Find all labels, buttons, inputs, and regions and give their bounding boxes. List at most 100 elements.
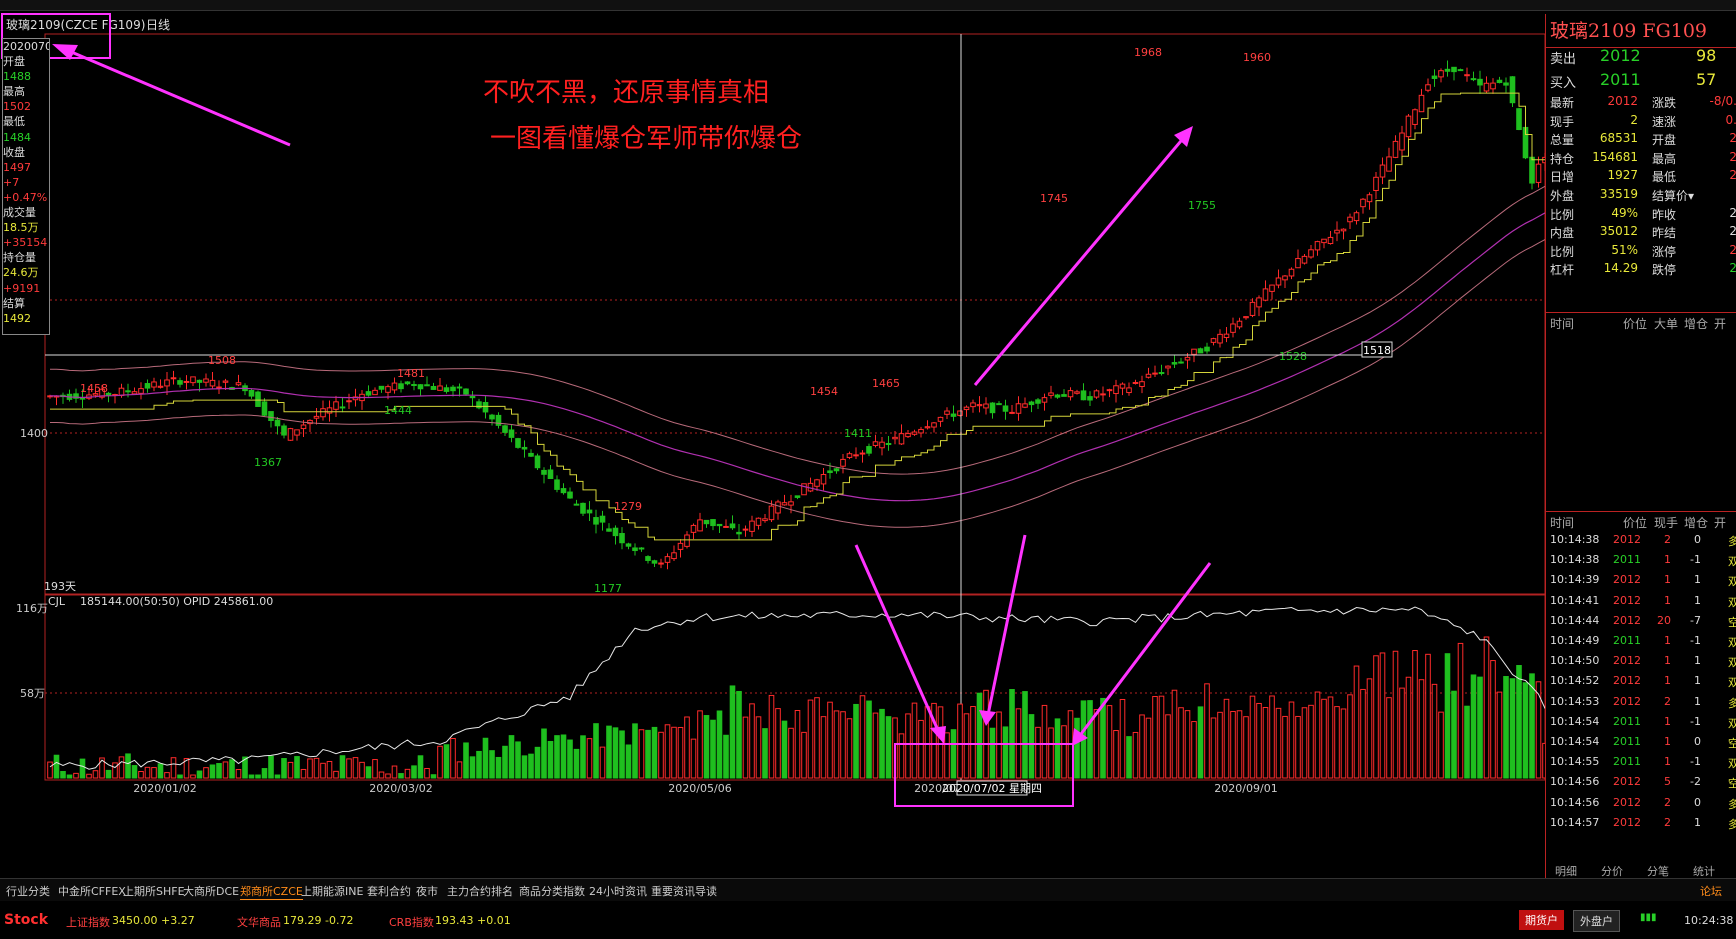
market-tab[interactable]: 24小时资讯	[589, 883, 647, 899]
volume-bar	[846, 718, 853, 779]
volume-bar	[703, 715, 710, 779]
trade-row[interactable]: 10:14:57 2012 2 1 多	[1546, 814, 1736, 834]
candle-body	[508, 429, 515, 438]
trade-row[interactable]: 10:14:44 2012 20 -7 空	[1546, 612, 1736, 632]
volume-bar	[658, 731, 664, 779]
volume-bar	[352, 757, 359, 779]
trade-cell: 多	[1728, 696, 1736, 710]
candle-body	[716, 523, 723, 527]
volume-bar	[1490, 660, 1496, 779]
volume-bar	[1191, 721, 1197, 779]
candle-body	[1269, 284, 1275, 292]
index-name[interactable]: CRB指数	[389, 914, 434, 930]
candle-body	[671, 552, 677, 560]
trade-row[interactable]: 10:14:56 2012 5 -2 空	[1546, 773, 1736, 793]
candle-body	[1444, 68, 1451, 72]
futures-account-button[interactable]: 期货户	[1519, 910, 1564, 930]
trade-cell: 10:14:38	[1550, 533, 1600, 546]
volume-bar	[1483, 636, 1490, 779]
volume-bar	[1035, 726, 1041, 779]
trade-row[interactable]: 10:14:49 2011 1 -1 双	[1546, 632, 1736, 652]
candle-body	[781, 502, 788, 506]
info-item: 20200702	[3, 40, 49, 53]
peak-label: 1454	[810, 385, 838, 398]
market-tab[interactable]: 行业分类	[6, 883, 50, 899]
volume-bar	[1113, 730, 1119, 779]
detail-tab[interactable]: 明细	[1555, 863, 1577, 879]
candle-body	[1178, 361, 1184, 364]
candle-body	[905, 433, 911, 438]
candle-body	[638, 547, 645, 550]
volume-bar	[430, 774, 437, 779]
trade-row[interactable]: 10:14:50 2012 1 1 双	[1546, 652, 1736, 672]
candle-body	[1256, 297, 1262, 308]
index-name[interactable]: 文华商品	[237, 914, 281, 930]
volume-bar	[489, 750, 495, 779]
stat-label: 涨跌	[1652, 96, 1677, 110]
detail-tab[interactable]: 统计	[1693, 863, 1715, 879]
volume-bar	[320, 762, 326, 779]
market-tab[interactable]: 大商所DCE	[183, 883, 239, 899]
volume-bar	[1197, 706, 1204, 779]
volume-bar	[1230, 710, 1236, 779]
trade-row[interactable]: 10:14:41 2012 1 1 双	[1546, 592, 1736, 612]
detail-tab[interactable]: 分笔	[1647, 863, 1669, 879]
trade-cell: -1	[1690, 755, 1701, 769]
candle-body	[1301, 255, 1308, 264]
volume-bar	[372, 759, 378, 779]
trade-row[interactable]: 10:14:38 2011 1 -1 双	[1546, 551, 1736, 571]
volume-bar	[476, 750, 482, 779]
trade-row[interactable]: 10:14:56 2012 2 0 多	[1546, 794, 1736, 814]
volume-bar	[937, 706, 944, 779]
volume-bar	[1087, 700, 1093, 779]
candle-body	[664, 556, 671, 563]
candle-body	[1204, 346, 1210, 352]
candle-body	[1067, 390, 1074, 398]
volume-bar	[1074, 717, 1080, 779]
trade-row[interactable]: 10:14:54 2011 1 0 空	[1546, 733, 1736, 753]
detail-tab[interactable]: 分价	[1601, 863, 1623, 879]
trade-cell: 双	[1728, 656, 1736, 670]
volume-bar	[112, 762, 118, 779]
market-tab[interactable]: 主力合约排名	[447, 883, 513, 899]
candle-body	[996, 403, 1002, 406]
candle-body	[573, 503, 580, 506]
market-tab[interactable]: 商品分类指数	[519, 883, 585, 899]
trade-cell: 1	[1664, 674, 1671, 688]
candle-body	[1262, 288, 1269, 301]
info-item: 最高	[3, 85, 25, 99]
trade-row[interactable]: 10:14:54 2011 1 -1 双	[1546, 713, 1736, 733]
market-tab[interactable]: 重要资讯导读	[651, 883, 717, 899]
market-tab[interactable]: 郑商所CZCE	[240, 883, 303, 900]
market-tab[interactable]: 套利合约	[367, 883, 411, 899]
volume-bar	[1048, 727, 1054, 779]
volume-bar	[1522, 682, 1529, 779]
trade-row[interactable]: 10:14:38 2012 2 0 多	[1546, 531, 1736, 551]
candle-body	[651, 560, 658, 564]
market-tab[interactable]: 上期所SHFE	[123, 883, 185, 899]
trade-row[interactable]: 10:14:39 2012 1 1 双	[1546, 571, 1736, 591]
foreign-account-button[interactable]: 外盘户	[1573, 910, 1620, 932]
candle-body	[125, 390, 131, 393]
status-bar: Stock 上证指数 3450.00 +3.27 文华商品 179.29 -0.72 CR…	[0, 903, 1736, 939]
trade-row[interactable]: 10:14:52 2012 1 1 双	[1546, 672, 1736, 692]
volume-bar	[144, 766, 151, 779]
volume-bar	[664, 724, 671, 779]
volume-bar	[391, 765, 398, 779]
volume-bar	[749, 703, 755, 779]
candle-body	[1230, 323, 1236, 333]
index-name[interactable]: 上证指数	[66, 914, 110, 930]
candle-body	[138, 388, 144, 394]
market-tab[interactable]: 夜市	[416, 883, 438, 899]
trade-cell: 2	[1664, 795, 1671, 809]
trade-row[interactable]: 10:14:55 2011 1 -1 双	[1546, 753, 1736, 773]
stat-value: 2	[1729, 261, 1736, 276]
market-tab[interactable]: 中金所CFFEX	[58, 883, 126, 899]
trade-cell: 双	[1728, 575, 1736, 589]
market-tab[interactable]: 上期能源INE	[301, 883, 363, 899]
forum-link[interactable]: 论坛	[1700, 883, 1722, 899]
trade-row[interactable]: 10:14:53 2012 2 1 多	[1546, 693, 1736, 713]
crosshair-date: 2020/07/02 星期四	[942, 782, 1042, 795]
trade-cell: 1	[1694, 815, 1701, 829]
info-item: 1497	[3, 160, 31, 174]
